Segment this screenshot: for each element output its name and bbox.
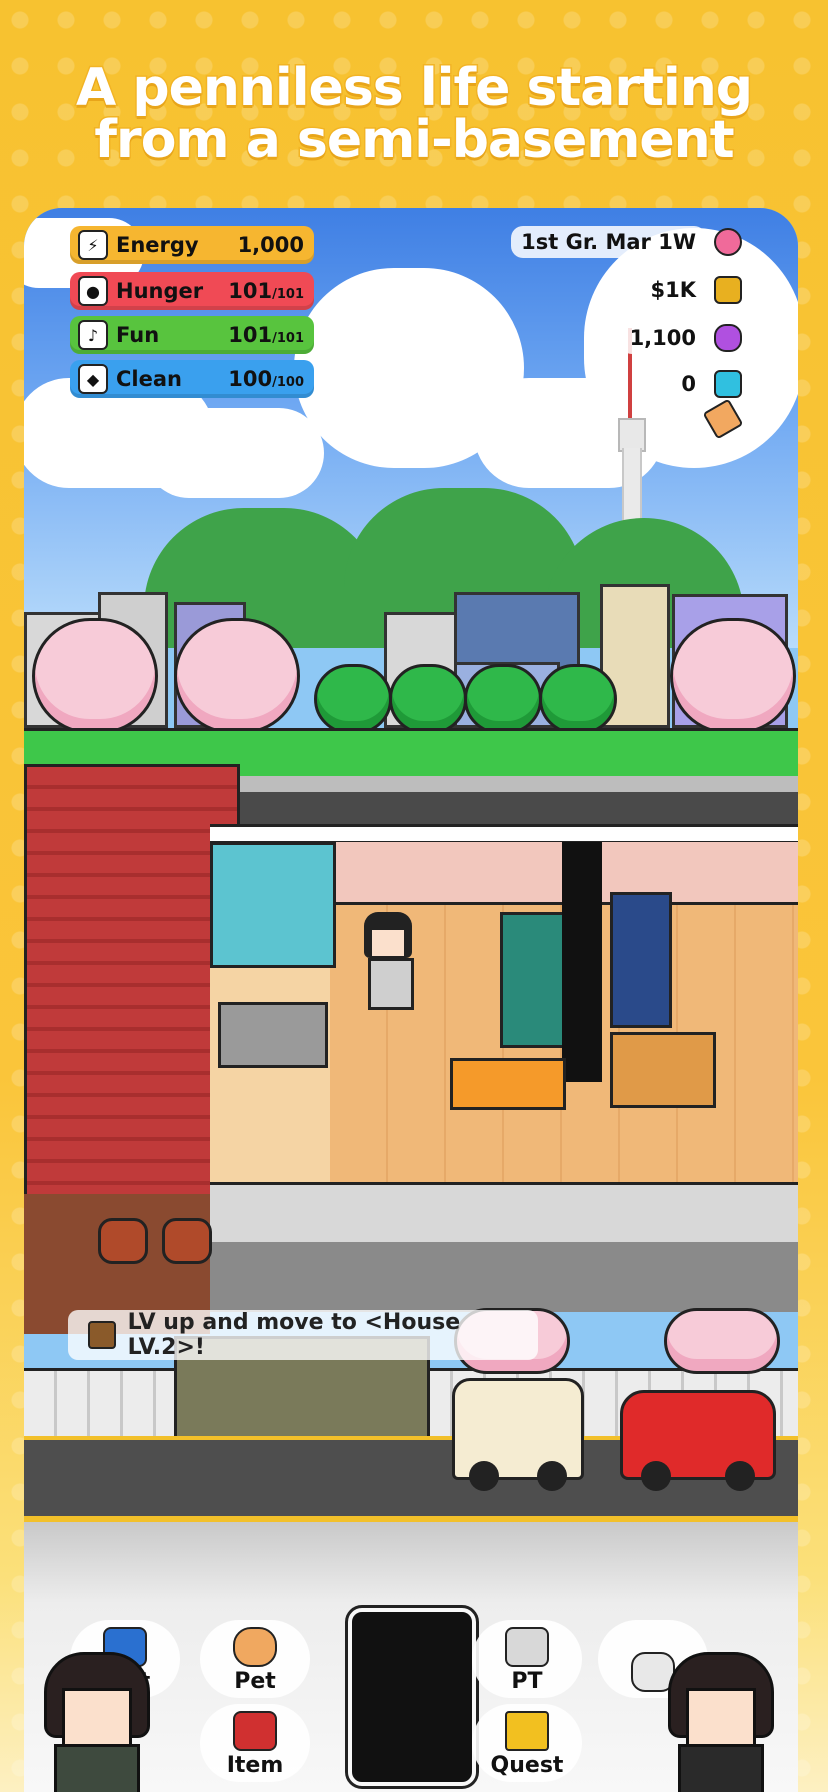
flower-icon bbox=[714, 228, 742, 256]
lightning-icon: ⚡ bbox=[78, 230, 108, 260]
item-label: Item bbox=[226, 1753, 284, 1778]
tree-row bbox=[24, 598, 798, 759]
apple-icon: ● bbox=[78, 276, 108, 306]
ground-level bbox=[210, 1182, 798, 1248]
kitchen-counter[interactable] bbox=[218, 1002, 328, 1068]
pet-button[interactable]: Pet bbox=[200, 1620, 310, 1698]
bear-icon bbox=[233, 1627, 277, 1667]
hunger-label: Hunger bbox=[116, 279, 204, 303]
hunger-bar[interactable]: ● Hunger 101/101 bbox=[70, 272, 314, 310]
clean-max: /100 bbox=[272, 375, 304, 390]
bush bbox=[539, 664, 617, 734]
star-icon bbox=[505, 1711, 549, 1751]
energy-label: Energy bbox=[116, 233, 199, 257]
phone-button[interactable] bbox=[345, 1605, 479, 1789]
fun-bar[interactable]: ♪ Fun 101/101 bbox=[70, 316, 314, 354]
music-note-icon: ♪ bbox=[78, 320, 108, 350]
money-display[interactable]: $1K bbox=[640, 274, 742, 306]
hunger-current: 101 bbox=[228, 279, 273, 303]
date-text: 1st Gr. Mar 1W bbox=[511, 226, 706, 258]
girl-avatar bbox=[668, 1652, 774, 1792]
mailbox-icon bbox=[233, 1711, 277, 1751]
bush bbox=[464, 664, 542, 734]
headline-line-1: A penniless life starting bbox=[75, 58, 755, 118]
pt-label: PT bbox=[511, 1669, 543, 1694]
middle-road bbox=[210, 1242, 798, 1312]
crystal-text: 0 bbox=[671, 368, 706, 400]
headline-line-2: from a semi-basement bbox=[93, 110, 736, 170]
quest-banner[interactable]: LV up and move to <House LV.2>! bbox=[68, 1310, 538, 1360]
red-car bbox=[620, 1390, 776, 1491]
cherry-blossom-tree bbox=[670, 618, 796, 759]
cherry-blossom-tree bbox=[664, 1308, 780, 1374]
semi-basement-room[interactable] bbox=[210, 842, 798, 1182]
hunger-max: /101 bbox=[272, 287, 304, 302]
gem-text: 1,100 bbox=[619, 322, 706, 354]
quest-banner-text: LV up and move to <House LV.2>! bbox=[127, 1310, 461, 1360]
game-screen: ⚡ Energy 1,000 ● Hunger 101/101 ♪ Fun 10… bbox=[24, 208, 798, 1792]
cherry-blossom-tree bbox=[32, 618, 158, 759]
date-display: 1st Gr. Mar 1W bbox=[511, 226, 742, 258]
hunger-value: 101/101 bbox=[228, 279, 304, 303]
item-button[interactable]: Item bbox=[200, 1704, 310, 1782]
van bbox=[452, 1378, 584, 1491]
pet-label: Pet bbox=[234, 1669, 276, 1694]
bathroom[interactable] bbox=[210, 842, 336, 968]
fun-max: /101 bbox=[272, 331, 304, 346]
desk-with-laptop[interactable] bbox=[610, 1032, 716, 1108]
dog-face-icon bbox=[88, 1321, 116, 1349]
bush bbox=[389, 664, 467, 734]
clean-current: 100 bbox=[228, 367, 273, 391]
document-icon bbox=[505, 1627, 549, 1667]
fun-label: Fun bbox=[116, 323, 160, 347]
energy-bar[interactable]: ⚡ Energy 1,000 bbox=[70, 226, 314, 264]
pt-button[interactable]: PT bbox=[472, 1620, 582, 1698]
water-drop-icon: ◆ bbox=[78, 364, 108, 394]
clay-pot bbox=[162, 1218, 212, 1264]
clean-bar[interactable]: ◆ Clean 100/100 bbox=[70, 360, 314, 398]
wall-divider bbox=[562, 842, 602, 1082]
house-ceiling bbox=[210, 824, 798, 844]
crystal-display[interactable]: 0 bbox=[671, 368, 742, 400]
clay-pot bbox=[98, 1218, 148, 1264]
fun-current: 101 bbox=[228, 323, 273, 347]
bed[interactable] bbox=[500, 912, 566, 1048]
pet-bed-with-dog[interactable] bbox=[610, 892, 672, 1028]
quest-button[interactable]: Quest bbox=[472, 1704, 582, 1782]
cherry-blossom-tree bbox=[174, 618, 300, 759]
sofa[interactable] bbox=[450, 1058, 566, 1110]
cyan-crystal-icon bbox=[714, 370, 742, 398]
clean-label: Clean bbox=[116, 367, 182, 391]
purple-gem-icon bbox=[714, 324, 742, 352]
player-character[interactable] bbox=[360, 912, 416, 1022]
coin-icon bbox=[714, 276, 742, 304]
boy-avatar bbox=[44, 1652, 150, 1792]
money-text: $1K bbox=[640, 274, 706, 306]
quest-label: Quest bbox=[490, 1753, 564, 1778]
bush bbox=[314, 664, 392, 734]
energy-value: 1,000 bbox=[237, 233, 304, 257]
clean-value: 100/100 bbox=[228, 367, 304, 391]
gem-display[interactable]: 1,100 bbox=[619, 322, 742, 354]
promo-headline: A penniless life starting from a semi-ba… bbox=[0, 58, 828, 170]
red-roof bbox=[24, 764, 240, 1200]
fun-value: 101/101 bbox=[228, 323, 304, 347]
